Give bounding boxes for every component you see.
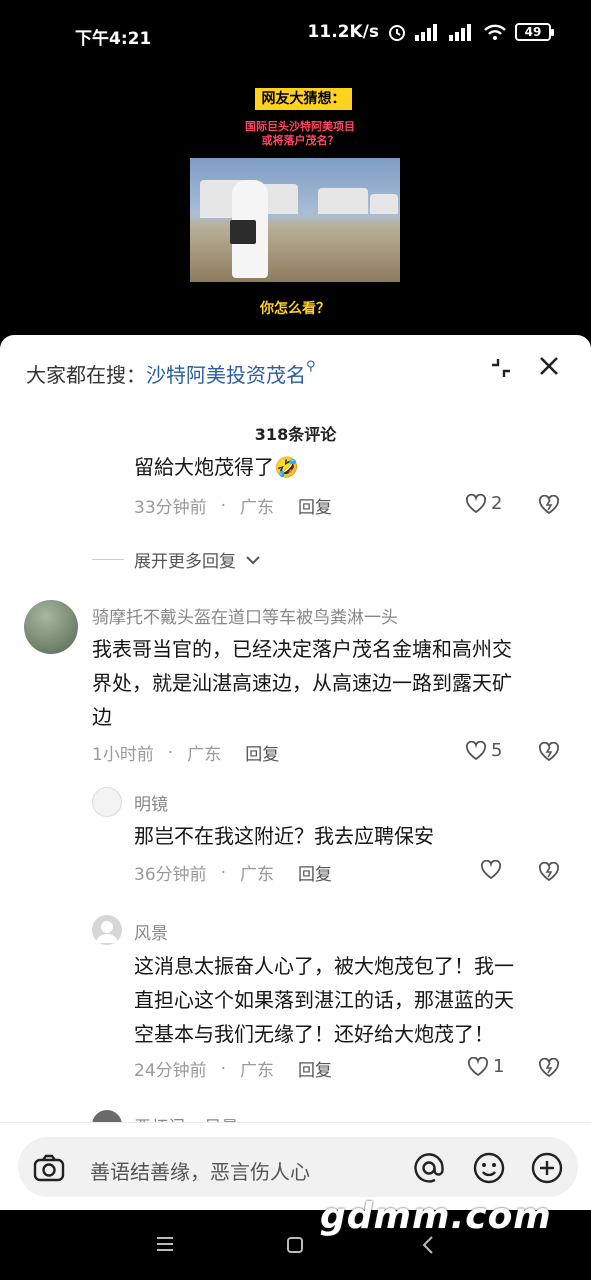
comment-text: 那岂不在我这附近？我去应聘保安 xyxy=(134,824,434,848)
default-avatar-icon xyxy=(96,921,118,943)
comment-time: 33分钟前 xyxy=(134,498,207,518)
input-placeholder: 善语结善缘，恶言伤人心 xyxy=(90,1160,310,1184)
status-time: 下午4:21 xyxy=(75,29,152,49)
avatar[interactable] xyxy=(92,915,122,945)
search-icon: ⚲ xyxy=(306,359,316,374)
comment-text-line1: 这消息太振奋人心了，被大炮茂包了！我一 xyxy=(134,954,514,978)
alarm-icon xyxy=(389,25,405,41)
camera-icon[interactable] xyxy=(32,1151,66,1185)
comment-input[interactable]: 善语结善缘，恶言伤人心 xyxy=(18,1137,578,1197)
heart-icon xyxy=(467,1056,489,1076)
comment-author[interactable]: 明镜 xyxy=(134,790,168,815)
status-bar: 下午4:21 11.2K/s 49 xyxy=(0,0,591,68)
comments-sheet: 大家都在搜：沙特阿美投资茂名⚲ 318条评论 留給大炮茂得了🤣 33分钟前 · … xyxy=(0,335,591,1210)
menu-icon[interactable] xyxy=(155,1235,175,1253)
dislike-icon[interactable] xyxy=(538,742,560,762)
meta-dot: · xyxy=(220,495,227,516)
video-subtitle: 国际巨头沙特阿美项目 或将落户茂名？ xyxy=(230,120,370,148)
comment-text-line2: 直担心这个如果落到湛江的话，那湛蓝的天 xyxy=(134,988,514,1012)
dislike-icon[interactable] xyxy=(538,495,560,515)
comment-location: 广东 xyxy=(187,745,222,765)
comment-text: 留給大炮茂得了🤣 xyxy=(134,455,299,479)
expand-replies-button[interactable]: 展开更多回复 xyxy=(92,547,260,572)
meta-dot: · xyxy=(220,1058,227,1079)
heart-icon xyxy=(465,740,487,760)
comment-location: 广东 xyxy=(240,1061,275,1081)
video-subtitle-line2: 或将落户茂名？ xyxy=(261,134,339,147)
reply-button[interactable]: 回复 xyxy=(298,860,332,885)
comment-author[interactable]: 骑摩托不戴头盔在道口等车被鸟粪淋一头 xyxy=(92,603,398,628)
comment-text-line1: 我表哥当官的，已经决定落户茂名金塘和高州交 xyxy=(92,637,512,661)
like-button[interactable]: 2 xyxy=(465,493,502,514)
dislike-icon[interactable] xyxy=(538,1058,560,1078)
signal-icon xyxy=(415,24,437,41)
like-button[interactable]: 5 xyxy=(465,740,502,761)
meta-dot: · xyxy=(220,862,227,883)
comment-text-line3: 边 xyxy=(92,705,112,729)
expand-label: 展开更多回复 xyxy=(134,552,236,572)
comment-author[interactable]: 风景 xyxy=(134,919,168,944)
comment-time: 36分钟前 xyxy=(134,865,207,885)
video-question: 你怎么看？ xyxy=(260,301,330,317)
like-button[interactable] xyxy=(480,860,506,880)
signal-hd-icon xyxy=(449,24,471,41)
comment-meta: 24分钟前 · 广东 回复 xyxy=(134,1056,332,1082)
video-photo xyxy=(190,158,400,282)
like-button[interactable]: 1 xyxy=(467,1056,504,1077)
wifi-icon xyxy=(484,24,506,40)
search-keyword[interactable]: 沙特阿美投资茂名 xyxy=(146,363,306,387)
search-suggestion[interactable]: 大家都在搜：沙特阿美投资茂名⚲ xyxy=(26,359,316,388)
comment-meta: 1小时前 · 广东 回复 xyxy=(92,740,279,766)
shrink-icon[interactable] xyxy=(488,355,514,381)
close-icon[interactable] xyxy=(536,353,562,379)
heart-icon xyxy=(465,493,487,513)
net-speed: 11.2K/s xyxy=(307,22,379,42)
avatar[interactable] xyxy=(24,600,78,654)
comment-count: 318条评论 xyxy=(254,425,337,444)
meta-dot: · xyxy=(167,742,174,763)
comment-text-line3: 空基本与我们无缘了！还好给大炮茂了！ xyxy=(134,1022,494,1046)
add-icon[interactable] xyxy=(530,1151,564,1185)
comment-time: 1小时前 xyxy=(92,745,154,765)
search-prefix: 大家都在搜： xyxy=(26,363,146,387)
comment-text-line2: 界处，就是汕湛高速边，从高速边一路到露天矿 xyxy=(92,671,512,695)
like-count: 2 xyxy=(491,493,503,514)
back-icon[interactable] xyxy=(420,1235,436,1255)
comment-location: 广东 xyxy=(240,498,275,518)
briefcase xyxy=(230,220,256,244)
reply-button[interactable]: 回复 xyxy=(245,740,279,765)
like-count: 1 xyxy=(493,1056,505,1077)
home-icon[interactable] xyxy=(285,1235,305,1255)
comment-meta: 33分钟前 · 广东 回复 xyxy=(134,493,332,519)
video-subtitle-line1: 国际巨头沙特阿美项目 xyxy=(245,120,355,133)
comment-time: 24分钟前 xyxy=(134,1061,207,1081)
comment-meta: 36分钟前 · 广东 回复 xyxy=(134,860,332,886)
comment-location: 广东 xyxy=(240,865,275,885)
battery-indicator: 49 xyxy=(515,23,554,41)
like-count: 5 xyxy=(491,740,503,761)
video-player[interactable]: 网友大猜想： 国际巨头沙特阿美项目 或将落户茂名？ 你怎么看？ xyxy=(0,68,591,343)
heart-icon xyxy=(480,860,502,880)
reply-button[interactable]: 回复 xyxy=(298,1056,332,1081)
chevron-down-icon xyxy=(246,555,260,564)
divider xyxy=(92,559,124,560)
video-tag: 网友大猜想： xyxy=(255,88,352,110)
emoji-icon[interactable] xyxy=(472,1151,506,1185)
status-icons: 11.2K/s 49 xyxy=(307,22,554,42)
dislike-icon[interactable] xyxy=(538,862,560,882)
avatar[interactable] xyxy=(92,787,122,817)
reply-button[interactable]: 回复 xyxy=(298,493,332,518)
watermark: gdmm.com xyxy=(320,1196,552,1237)
mention-icon[interactable] xyxy=(412,1151,446,1185)
